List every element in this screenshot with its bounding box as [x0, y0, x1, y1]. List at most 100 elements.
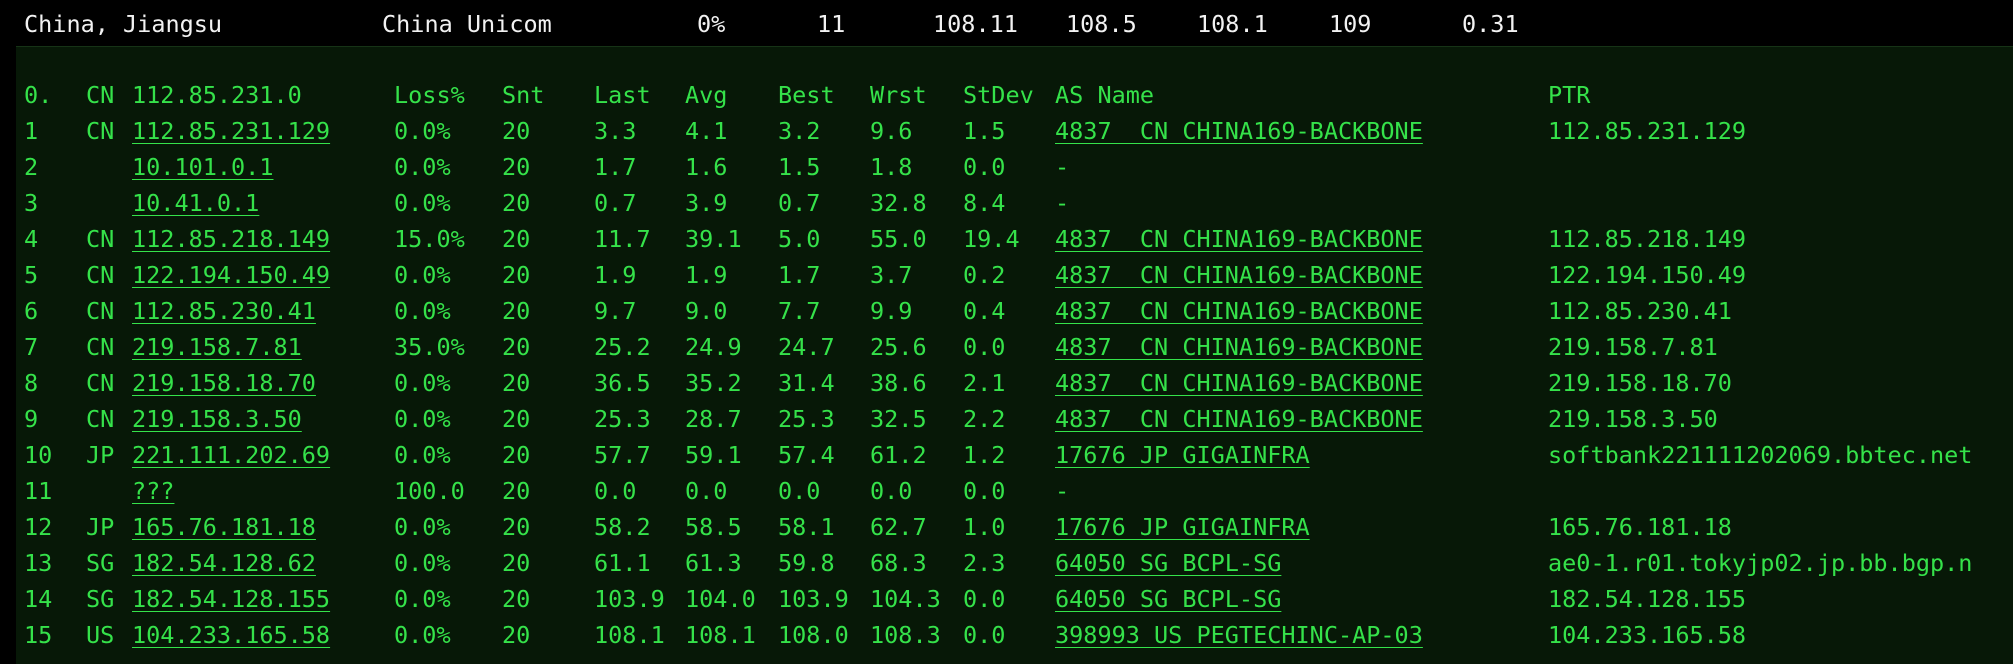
- host-link[interactable]: ???: [132, 473, 174, 509]
- country-header: CN: [86, 81, 115, 109]
- table-row: 15 US 104.233.165.58 0.0% 20 108.1 108.1…: [16, 617, 2013, 653]
- host-link[interactable]: 182.54.128.155: [132, 581, 330, 617]
- as-name-link[interactable]: 4837 CN CHINA169-BACKBONE: [1055, 293, 1423, 329]
- host-link[interactable]: 219.158.18.70: [132, 365, 316, 401]
- hop-number: 6: [24, 297, 39, 325]
- stdev-value: 19.4: [963, 225, 1020, 253]
- avg-value: 58.5: [685, 513, 742, 541]
- host-link[interactable]: 165.76.181.18: [132, 509, 316, 545]
- host-link[interactable]: 112.85.218.149: [132, 221, 330, 257]
- country-code: US: [86, 621, 115, 649]
- hop-number: 3: [24, 189, 39, 217]
- hop-number: 12: [24, 513, 53, 541]
- best-value: 25.3: [778, 405, 835, 433]
- country-code: CN: [86, 369, 115, 397]
- summary-loss: 0%: [697, 10, 726, 38]
- loss-value: 0.0%: [394, 585, 451, 613]
- host-link[interactable]: 219.158.3.50: [132, 401, 302, 437]
- as-name-link[interactable]: 17676 JP GIGAINFRA: [1055, 437, 1310, 473]
- country-code: CN: [86, 333, 115, 361]
- last-value: 58.2: [594, 513, 651, 541]
- loss-value: 0.0%: [394, 549, 451, 577]
- ptr-value: 112.85.218.149: [1548, 225, 1747, 253]
- as-name: -: [1055, 153, 1070, 181]
- country-code: JP: [86, 441, 115, 469]
- avg-value: 61.3: [685, 549, 742, 577]
- last-value: 61.1: [594, 549, 651, 577]
- stdev-header: StDev: [963, 81, 1034, 109]
- wrst-value: 3.7: [870, 261, 913, 289]
- as-name-link[interactable]: 4837 CN CHINA169-BACKBONE: [1055, 401, 1423, 437]
- snt-value: 20: [502, 441, 531, 469]
- host-link[interactable]: 182.54.128.62: [132, 545, 316, 581]
- table-row: 11 ??? 100.0 20 0.0 0.0 0.0 0.0 0.0 -: [16, 473, 2013, 509]
- host-link[interactable]: 221.111.202.69: [132, 437, 330, 473]
- snt-value: 20: [502, 261, 531, 289]
- table-row: 2 10.101.0.1 0.0% 20 1.7 1.6 1.5 1.8 0.0…: [16, 149, 2013, 185]
- ptr-header: PTR: [1548, 81, 1591, 109]
- as-name-link[interactable]: 64050 SG BCPL-SG: [1055, 545, 1281, 581]
- table-row: 5 CN 122.194.150.49 0.0% 20 1.9 1.9 1.7 …: [16, 257, 2013, 293]
- table-row: 6 CN 112.85.230.41 0.0% 20 9.7 9.0 7.7 9…: [16, 293, 2013, 329]
- as-name-link[interactable]: 398993 US PEGTECHINC-AP-03: [1055, 617, 1423, 653]
- host-link[interactable]: 122.194.150.49: [132, 257, 330, 293]
- wrst-value: 9.6: [870, 117, 913, 145]
- as-name-link[interactable]: 64050 SG BCPL-SG: [1055, 581, 1281, 617]
- host-link[interactable]: 10.41.0.1: [132, 185, 259, 221]
- ptr-value: ae0-1.r01.tokyjp02.jp.bb.bgp.n: [1548, 549, 1973, 577]
- hop-number: 5: [24, 261, 39, 289]
- hop-number: 1: [24, 117, 39, 145]
- as-name-link[interactable]: 4837 CN CHINA169-BACKBONE: [1055, 113, 1423, 149]
- country-code: SG: [86, 585, 115, 613]
- last-value: 1.7: [594, 153, 637, 181]
- loss-header: Loss%: [394, 81, 465, 109]
- summary-hops: 11: [817, 10, 846, 38]
- best-header: Best: [778, 81, 835, 109]
- avg-value: 35.2: [685, 369, 742, 397]
- summary-stdev: 0.31: [1462, 10, 1519, 38]
- snt-value: 20: [502, 369, 531, 397]
- country-code: JP: [86, 513, 115, 541]
- wrst-value: 108.3: [870, 621, 941, 649]
- host-link[interactable]: 112.85.230.41: [132, 293, 316, 329]
- best-value: 1.5: [778, 153, 821, 181]
- stdev-value: 0.0: [963, 585, 1006, 613]
- avg-value: 9.0: [685, 297, 728, 325]
- host-link[interactable]: 112.85.231.129: [132, 113, 330, 149]
- stdev-value: 1.0: [963, 513, 1006, 541]
- table-row: 13 SG 182.54.128.62 0.0% 20 61.1 61.3 59…: [16, 545, 2013, 581]
- snt-value: 20: [502, 585, 531, 613]
- table-row: 3 10.41.0.1 0.0% 20 0.7 3.9 0.7 32.8 8.4…: [16, 185, 2013, 221]
- avg-value: 1.9: [685, 261, 728, 289]
- wrst-value: 25.6: [870, 333, 927, 361]
- best-value: 108.0: [778, 621, 849, 649]
- loss-value: 0.0%: [394, 621, 451, 649]
- snt-header: Snt: [502, 81, 545, 109]
- host-link[interactable]: 104.233.165.58: [132, 617, 330, 653]
- as-name-link[interactable]: 4837 CN CHINA169-BACKBONE: [1055, 221, 1423, 257]
- avg-value: 104.0: [685, 585, 756, 613]
- loss-value: 35.0%: [394, 333, 465, 361]
- table-row: 4 CN 112.85.218.149 15.0% 20 11.7 39.1 5…: [16, 221, 2013, 257]
- as-name-link[interactable]: 17676 JP GIGAINFRA: [1055, 509, 1310, 545]
- best-value: 59.8: [778, 549, 835, 577]
- country-code: SG: [86, 549, 115, 577]
- avg-header: Avg: [685, 81, 728, 109]
- wrst-value: 32.5: [870, 405, 927, 433]
- avg-value: 3.9: [685, 189, 728, 217]
- loss-value: 0.0%: [394, 189, 451, 217]
- as-name-link[interactable]: 4837 CN CHINA169-BACKBONE: [1055, 329, 1423, 365]
- host-link[interactable]: 219.158.7.81: [132, 329, 302, 365]
- hop-number: 15: [24, 621, 53, 649]
- summary-isp: China Unicom: [382, 10, 552, 38]
- hop-number: 7: [24, 333, 39, 361]
- host-link[interactable]: 10.101.0.1: [132, 149, 273, 185]
- avg-value: 108.1: [685, 621, 756, 649]
- avg-value: 0.0: [685, 477, 728, 505]
- table-row: 1 CN 112.85.231.129 0.0% 20 3.3 4.1 3.2 …: [16, 113, 2013, 149]
- table-row: 14 SG 182.54.128.155 0.0% 20 103.9 104.0…: [16, 581, 2013, 617]
- as-name-link[interactable]: 4837 CN CHINA169-BACKBONE: [1055, 257, 1423, 293]
- as-name-link[interactable]: 4837 CN CHINA169-BACKBONE: [1055, 365, 1423, 401]
- hop-header: 0.: [24, 81, 53, 109]
- ptr-value: softbank221111202069.bbtec.net: [1548, 441, 1973, 469]
